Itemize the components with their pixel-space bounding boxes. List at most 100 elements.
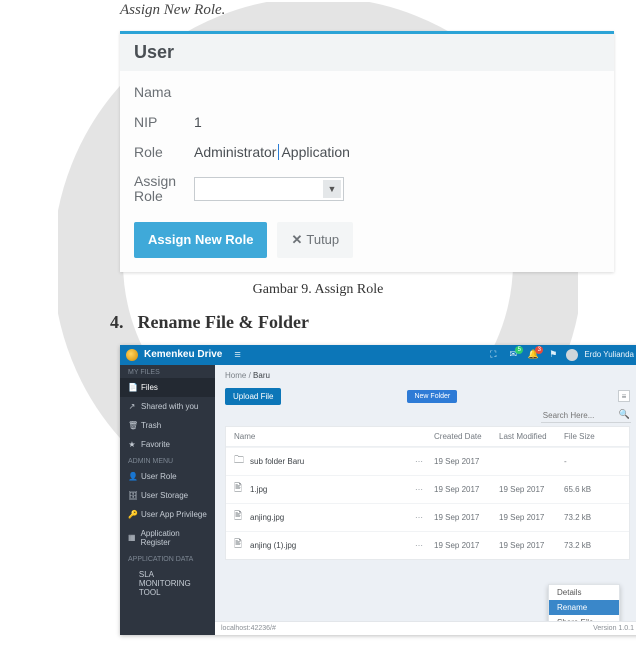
cell-created: 19 Sep 2017	[434, 485, 499, 494]
cell-modified: 19 Sep 2017	[499, 513, 564, 522]
more-icon[interactable]: ⋯	[404, 541, 434, 550]
more-icon[interactable]: ⋯	[404, 485, 434, 494]
crumb-current: Baru	[253, 371, 270, 380]
brand-logo-icon	[126, 349, 138, 361]
status-right: Version 1.0.1	[593, 625, 634, 632]
section-title: Rename File & Folder	[138, 312, 309, 332]
sidebar-item-trash[interactable]: 🗑 Trash	[120, 416, 215, 435]
share-icon: ↗	[128, 402, 136, 411]
file-name: anjing (1).jpg	[250, 541, 296, 550]
label-nip: NIP	[134, 114, 194, 130]
search-input[interactable]	[541, 409, 631, 423]
topbar: Kemenkeu Drive ≡ ⛶ ✉5 🔔3 ⚑ Erdo Yulianda	[120, 345, 636, 365]
cell-modified: 19 Sep 2017	[499, 541, 564, 550]
file-name: sub folder Baru	[250, 457, 304, 466]
sidebar-item-label: User App Privilege	[141, 510, 207, 519]
cell-size: 65.6 kB	[564, 485, 619, 494]
col-size[interactable]: File Size	[564, 432, 619, 441]
list-item[interactable]: 🖹anjing.jpg ⋯ 19 Sep 2017 19 Sep 2017 73…	[226, 503, 629, 531]
sidebar-item-label: User Storage	[141, 491, 188, 500]
panel-title: User	[120, 34, 614, 71]
file-name: 1.jpg	[250, 485, 267, 494]
ctx-details[interactable]: Details	[549, 585, 619, 600]
upload-file-button[interactable]: Upload File	[225, 388, 281, 405]
list-header: Name Created Date Last Modified File Siz…	[226, 427, 629, 447]
sidebar-item-favorite[interactable]: ★Favorite	[120, 435, 215, 454]
view-toggle-icon[interactable]: ≡	[618, 390, 630, 402]
text-cursor	[278, 144, 279, 160]
list-item[interactable]: 🖹 anjing (1).jpg ⋯ 19 Sep 2017 19 Sep 201…	[226, 531, 629, 559]
close-icon: ✕	[291, 232, 302, 247]
role-part-b: Application	[281, 144, 350, 160]
sidebar-item-sla[interactable]: SLA MONITORING TOOL	[120, 565, 215, 602]
status-left: localhost:42236/#	[221, 625, 276, 632]
file-icon: 🖹	[234, 481, 244, 498]
close-button[interactable]: ✕ Tutup	[277, 222, 353, 258]
cell-modified: 19 Sep 2017	[499, 485, 564, 494]
trash-icon: 🗑	[128, 421, 136, 430]
folder-icon: 🗀	[234, 453, 244, 470]
sidebar-item-user-role[interactable]: 👤User Role	[120, 467, 215, 486]
lead-text: Assign New Role.	[120, 2, 616, 19]
role-part-a: Administrator	[194, 144, 276, 160]
avatar[interactable]	[566, 349, 578, 361]
label-assign-role: Assign Role	[134, 174, 194, 205]
sidebar-item-shared[interactable]: ↗ Shared with you	[120, 397, 215, 416]
more-icon[interactable]: ⋯	[404, 513, 434, 522]
assign-role-select[interactable]: ▼	[194, 177, 344, 201]
section-heading: 4. Rename File & Folder	[110, 312, 616, 333]
label-nama: Nama	[134, 84, 194, 100]
star-icon: ★	[128, 440, 136, 449]
mail-icon[interactable]: ✉5	[506, 349, 520, 360]
grid-icon: ▦	[128, 533, 136, 542]
section-number: 4.	[110, 312, 124, 332]
ctx-rename[interactable]: Rename	[549, 600, 619, 615]
expand-icon[interactable]: ⛶	[486, 349, 500, 360]
close-label: Tutup	[306, 232, 339, 247]
cell-created: 19 Sep 2017	[434, 513, 499, 522]
sidebar-item-label: Shared with you	[141, 402, 198, 411]
storage-icon: 🗄	[128, 491, 136, 500]
cell-size: 73.2 kB	[564, 541, 619, 550]
sidebar-item-app-register[interactable]: ▦Application Register	[120, 524, 215, 552]
file-list: Name Created Date Last Modified File Siz…	[225, 426, 630, 560]
col-created[interactable]: Created Date	[434, 432, 499, 441]
chevron-down-icon: ▼	[323, 180, 341, 198]
file-icon: 🖹	[234, 537, 244, 554]
sidebar-item-user-app-priv[interactable]: 🔑 User App Privilege	[120, 505, 215, 524]
list-item[interactable]: 🗀sub folder Baru ⋯ 19 Sep 2017 -	[226, 447, 629, 475]
bell-icon[interactable]: 🔔3	[526, 349, 540, 360]
col-modified[interactable]: Last Modified	[499, 432, 564, 441]
cell-created: 19 Sep 2017	[434, 541, 499, 550]
flag-icon[interactable]: ⚑	[546, 349, 560, 360]
drive-screenshot: Kemenkeu Drive ≡ ⛶ ✉5 🔔3 ⚑ Erdo Yulianda…	[120, 345, 636, 635]
sidebar: MY FILES 📄Files ↗Shared with you 🗑Trash …	[120, 365, 215, 635]
key-icon: 🔑	[128, 510, 136, 519]
sidebar-item-files[interactable]: 📄Files	[120, 378, 215, 397]
breadcrumb: Home / Baru	[215, 365, 636, 380]
value-nip: 1	[194, 114, 202, 130]
more-icon[interactable]: ⋯	[404, 457, 434, 466]
main-area: Home / Baru Upload File New Folder ≡ 🔍 N…	[215, 365, 636, 635]
assign-new-role-button[interactable]: Assign New Role	[134, 222, 267, 258]
assign-role-panel: User Nama NIP 1 Role Administrator Applic…	[120, 31, 614, 272]
file-name: anjing.jpg	[250, 513, 284, 522]
figure-caption-1: Gambar 9. Assign Role	[20, 282, 616, 298]
brand-name: Kemenkeu Drive	[144, 349, 222, 360]
nav-section-appdata: Application Data	[120, 552, 215, 565]
menu-toggle-icon[interactable]: ≡	[234, 349, 240, 361]
username[interactable]: Erdo Yulianda	[584, 350, 634, 359]
label-role: Role	[134, 144, 194, 160]
crumb-home[interactable]: Home	[225, 371, 246, 380]
crumb-sep: /	[249, 371, 251, 380]
user-icon: 👤	[128, 472, 136, 481]
col-name[interactable]: Name	[234, 432, 404, 441]
files-icon: 📄	[128, 383, 136, 392]
list-item[interactable]: 🖹 1.jpg ⋯ 19 Sep 2017 19 Sep 2017 65.6 kB	[226, 475, 629, 503]
nav-section-admin: ADMIN MENU	[120, 454, 215, 467]
search-icon[interactable]: 🔍	[619, 409, 630, 423]
sidebar-item-user-storage[interactable]: 🗄 User Storage	[120, 486, 215, 505]
sidebar-item-label: Trash	[141, 421, 161, 430]
bell-badge: 3	[535, 346, 543, 354]
new-folder-button[interactable]: New Folder	[407, 390, 457, 403]
